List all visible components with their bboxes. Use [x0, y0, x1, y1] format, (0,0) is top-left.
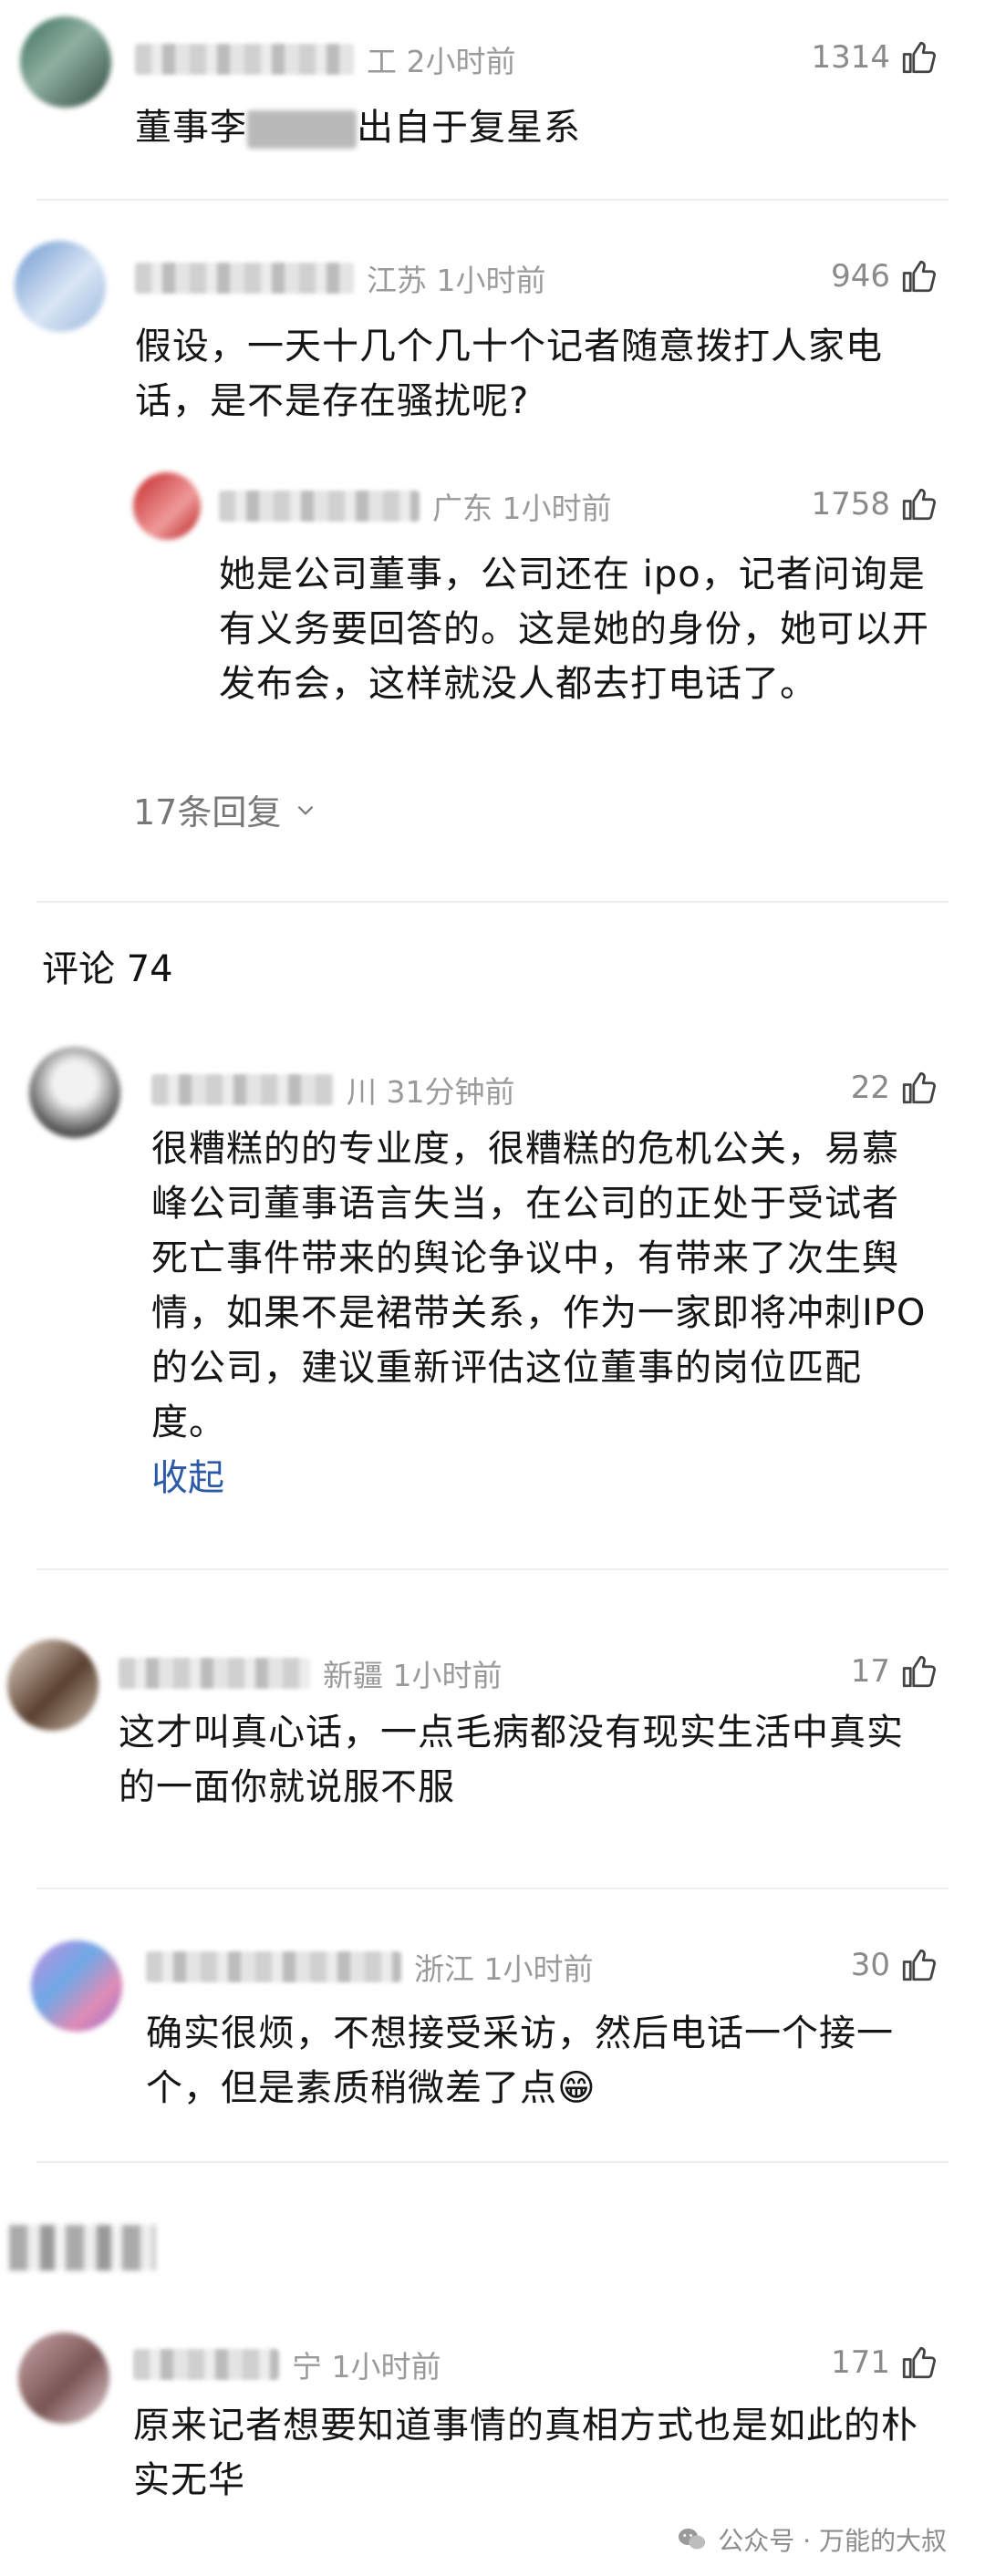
location-time: 浙江 1小时前: [414, 1951, 594, 1987]
location-time: 江苏 1小时前: [367, 263, 546, 298]
watermark: 公众号 · 万能的大叔: [676, 2521, 947, 2558]
reply-avatar[interactable]: [133, 472, 201, 540]
like-button[interactable]: 1758: [811, 485, 938, 523]
username-blurred[interactable]: [119, 1658, 310, 1689]
thumbs-up-icon[interactable]: [899, 2343, 938, 2382]
reply-meta: 广东 1小时前: [219, 483, 612, 529]
thumbs-up-icon[interactable]: [899, 1652, 938, 1691]
location-time: 宁 1小时前: [292, 2349, 441, 2385]
divider: [36, 199, 949, 201]
username-blurred[interactable]: [135, 263, 354, 294]
location-time: 广东 1小时前: [432, 491, 612, 526]
wechat-icon: [679, 2529, 706, 2550]
avatar[interactable]: [29, 1047, 120, 1138]
location-time: 新疆 1小时前: [323, 1658, 503, 1693]
watermark-text: 公众号 · 万能的大叔: [718, 2526, 947, 2556]
comment-meta: 川 31分钟前: [151, 1067, 514, 1112]
reply-text: 她是公司董事，公司还在 ipo，记者问询是有义务要回答的。这是她的身份，她可以开…: [219, 553, 929, 705]
like-count: 1758: [811, 486, 890, 522]
thumbs-up-icon[interactable]: [899, 257, 938, 295]
thumbs-up-icon[interactable]: [899, 485, 938, 523]
comment-text: 很糟糕的的专业度，很糟糕的危机公关，易慕峰公司董事语言失当，在公司的正处于受试者…: [151, 1128, 927, 1443]
avatar[interactable]: [18, 2333, 109, 2424]
comment-meta: 工 2小时前: [135, 36, 516, 82]
view-replies-link[interactable]: 17条回复: [133, 784, 317, 834]
divider: [36, 2161, 949, 2163]
like-button[interactable]: 946: [831, 257, 938, 295]
avatar[interactable]: [20, 16, 111, 108]
divider: [36, 1888, 949, 1889]
thumbs-up-icon[interactable]: [899, 1069, 938, 1107]
like-button[interactable]: 171: [831, 2343, 938, 2382]
comment-text: 假设，一天十几个几十个记者随意拨打人家电话，是不是存在骚扰呢?: [135, 326, 883, 422]
username-blurred[interactable]: [146, 1951, 401, 1982]
avatar[interactable]: [7, 1640, 98, 1731]
comments-section-title: 评论 74: [42, 948, 173, 990]
username-blurred[interactable]: [151, 1074, 334, 1105]
comment-text: 董事李 出自于复星系: [135, 107, 581, 149]
avatar[interactable]: [15, 241, 106, 332]
grin-emoji-icon: 😁: [557, 2067, 596, 2109]
comment-meta: 江苏 1小时前: [135, 255, 546, 301]
comment-meta: 浙江 1小时前: [146, 1944, 594, 1990]
comment-text: 这才叫真心话，一点毛病都没有现实生活中真实的一面你就说服不服: [119, 1712, 904, 1808]
username-blurred[interactable]: [135, 44, 354, 75]
like-count: 171: [831, 2344, 890, 2381]
location-time: 川 31分钟前: [347, 1074, 515, 1110]
like-count: 30: [850, 1947, 890, 1983]
comment-text: 确实很烦，不想接受采访，然后电话一个接一个，但是素质稍微差了点😁: [146, 2012, 894, 2109]
thumbs-up-icon[interactable]: [899, 38, 938, 77]
chevron-down-icon: [298, 805, 314, 815]
like-count: 17: [850, 1653, 890, 1690]
thumbs-up-icon[interactable]: [899, 1946, 938, 1984]
location-time: 工 2小时前: [367, 44, 516, 79]
username-blurred[interactable]: [133, 2349, 279, 2380]
like-button[interactable]: 22: [851, 1069, 938, 1107]
collapse-link[interactable]: 收起: [151, 1448, 224, 1501]
blurred-username-fragment: [9, 2225, 155, 2271]
avatar[interactable]: [31, 1940, 122, 2032]
replies-count: 17条回复: [133, 792, 282, 833]
divider: [36, 1568, 949, 1570]
comment-meta: 新疆 1小时前: [119, 1650, 503, 1696]
comment-text: 原来记者想要知道事情的真相方式也是如此的朴实无华: [133, 2405, 918, 2501]
like-count: 1314: [811, 39, 890, 76]
reply-username-blurred[interactable]: [219, 491, 420, 522]
like-count: 946: [831, 258, 890, 295]
like-button[interactable]: 1314: [811, 38, 938, 77]
like-count: 22: [850, 1070, 890, 1106]
like-button[interactable]: 30: [851, 1946, 938, 1984]
comment-meta: 宁 1小时前: [133, 2342, 441, 2387]
like-button[interactable]: 17: [851, 1652, 938, 1691]
redacted-name: [247, 110, 357, 149]
divider: [36, 901, 949, 903]
